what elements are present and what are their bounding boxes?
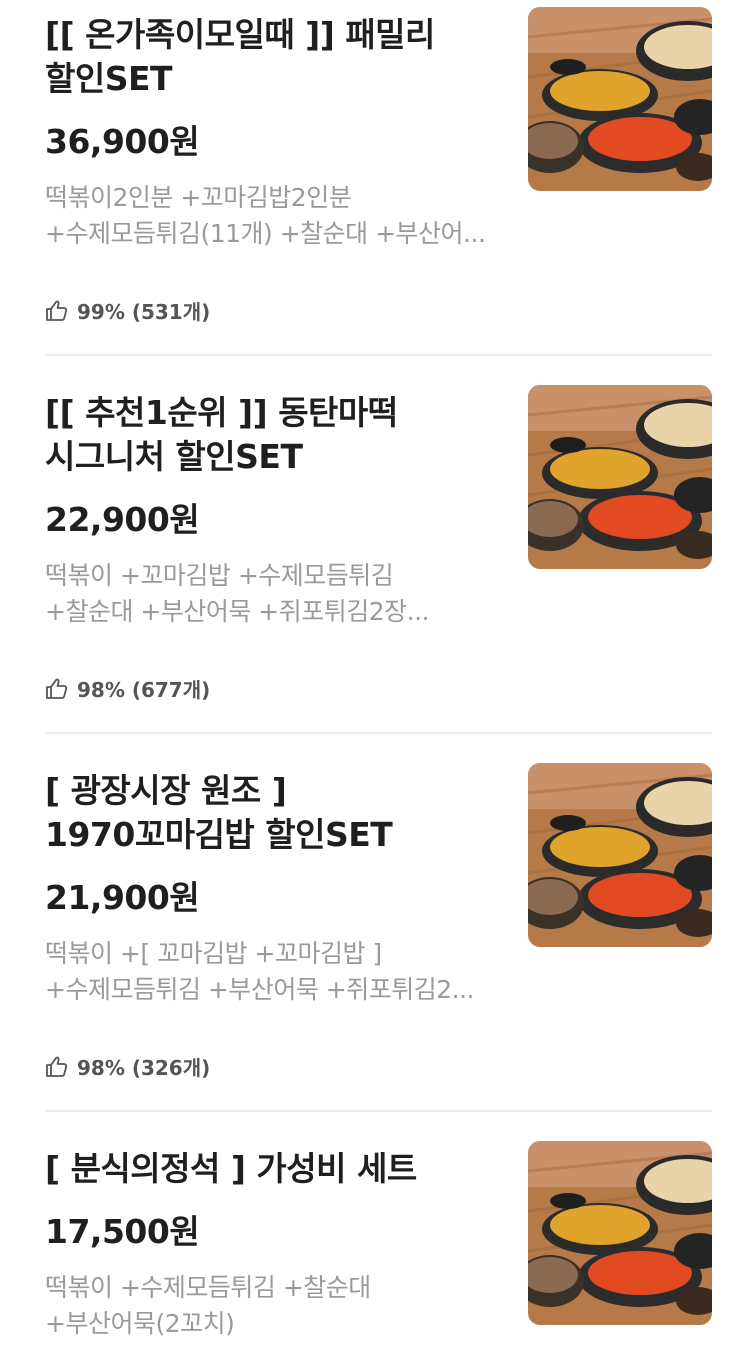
description-line: 떡볶이 +수제모듬튀김 +찰순대 — [45, 1273, 371, 1302]
menu-item-description: 떡볶이 +[ 꼬마김밥 +꼬마김밥 ] +수제모듬튀김 +부산어묵 +쥐포튀김2… — [45, 936, 505, 1008]
thumbs-up-icon — [46, 678, 68, 699]
rating-badge: 98% (326개) — [45, 1052, 210, 1081]
menu-item-price: 22,900원 — [45, 500, 200, 539]
title-line: [[ 온가족이모일때 ]] 패밀리 — [45, 15, 435, 54]
menu-item-title: [[ 추천1순위 ]] 동탄마떡 시그니처 할인SET — [45, 391, 505, 479]
menu-item-title: [[ 온가족이모일때 ]] 패밀리 할인SET — [45, 13, 505, 101]
divider — [45, 732, 712, 734]
title-line: [ 광장시장 원조 ] — [45, 771, 287, 810]
title-line: 1970꼬마김밥 할인SET — [45, 815, 393, 854]
menu-item-price: 36,900원 — [45, 122, 200, 161]
description-line: +찰순대 +부산어묵 +쥐포튀김2장... — [45, 597, 429, 626]
divider — [45, 354, 712, 356]
menu-item-family-set[interactable]: [[ 온가족이모일때 ]] 패밀리 할인SET 36,900원 떡볶이2인분 +… — [0, 0, 756, 356]
rating-badge: 99% (531개) — [45, 296, 210, 325]
thumbs-up-icon — [46, 1056, 68, 1077]
menu-item-price: 21,900원 — [45, 878, 200, 917]
food-set-photo — [528, 763, 712, 947]
description-line: 떡볶이2인분 +꼬마김밥2인분 — [45, 183, 352, 212]
menu-item-info: [[ 추천1순위 ]] 동탄마떡 시그니처 할인SET 22,900원 떡볶이 … — [45, 378, 505, 630]
description-line: 떡볶이 +꼬마김밥 +수제모듬튀김 — [45, 561, 394, 590]
food-set-photo — [528, 385, 712, 569]
menu-item-value-set[interactable]: [ 분식의정석 ] 가성비 세트 17,500원 떡볶이 +수제모듬튀김 +찰순… — [0, 1134, 756, 1362]
menu-item-info: [ 분식의정석 ] 가성비 세트 17,500원 떡볶이 +수제모듬튀김 +찰순… — [45, 1134, 505, 1342]
description-line: 떡볶이 +[ 꼬마김밥 +꼬마김밥 ] — [45, 939, 382, 968]
menu-item-signature-set[interactable]: [[ 추천1순위 ]] 동탄마떡 시그니처 할인SET 22,900원 떡볶이 … — [0, 378, 756, 734]
rating-text: 99% (531개) — [77, 300, 211, 324]
title-line: [ 분식의정석 ] 가성비 세트 — [45, 1149, 417, 1188]
menu-item-description: 떡볶이 +수제모듬튀김 +찰순대 +부산어묵(2꼬치) — [45, 1270, 505, 1342]
food-set-photo — [528, 7, 712, 191]
title-line: 시그니처 할인SET — [45, 437, 303, 476]
menu-item-title: [ 광장시장 원조 ] 1970꼬마김밥 할인SET — [45, 769, 505, 857]
title-line: 할인SET — [45, 59, 173, 98]
description-line: +부산어묵(2꼬치) — [45, 1309, 235, 1338]
rating-text: 98% (326개) — [77, 1056, 211, 1080]
menu-list: [[ 온가족이모일때 ]] 패밀리 할인SET 36,900원 떡볶이2인분 +… — [0, 0, 756, 1362]
rating-text: 98% (677개) — [77, 678, 211, 702]
title-line: [[ 추천1순위 ]] 동탄마떡 — [45, 393, 398, 432]
rating-badge: 98% (677개) — [45, 674, 210, 703]
menu-item-title: [ 분식의정석 ] 가성비 세트 — [45, 1147, 505, 1191]
menu-item-info: [ 광장시장 원조 ] 1970꼬마김밥 할인SET 21,900원 떡볶이 +… — [45, 756, 505, 1008]
description-line: +수제모듬튀김 +부산어묵 +쥐포튀김2... — [45, 975, 474, 1004]
menu-item-price: 17,500원 — [45, 1212, 200, 1251]
thumbs-up-icon — [46, 300, 68, 321]
menu-item-kimbap-set[interactable]: [ 광장시장 원조 ] 1970꼬마김밥 할인SET 21,900원 떡볶이 +… — [0, 756, 756, 1112]
menu-item-description: 떡볶이2인분 +꼬마김밥2인분 +수제모듬튀김(11개) +찰순대 +부산어..… — [45, 180, 505, 252]
menu-item-description: 떡볶이 +꼬마김밥 +수제모듬튀김 +찰순대 +부산어묵 +쥐포튀김2장... — [45, 558, 505, 630]
divider — [45, 1110, 712, 1112]
menu-item-info: [[ 온가족이모일때 ]] 패밀리 할인SET 36,900원 떡볶이2인분 +… — [45, 0, 505, 252]
description-line: +수제모듬튀김(11개) +찰순대 +부산어... — [45, 219, 486, 248]
food-set-photo — [528, 1141, 712, 1325]
